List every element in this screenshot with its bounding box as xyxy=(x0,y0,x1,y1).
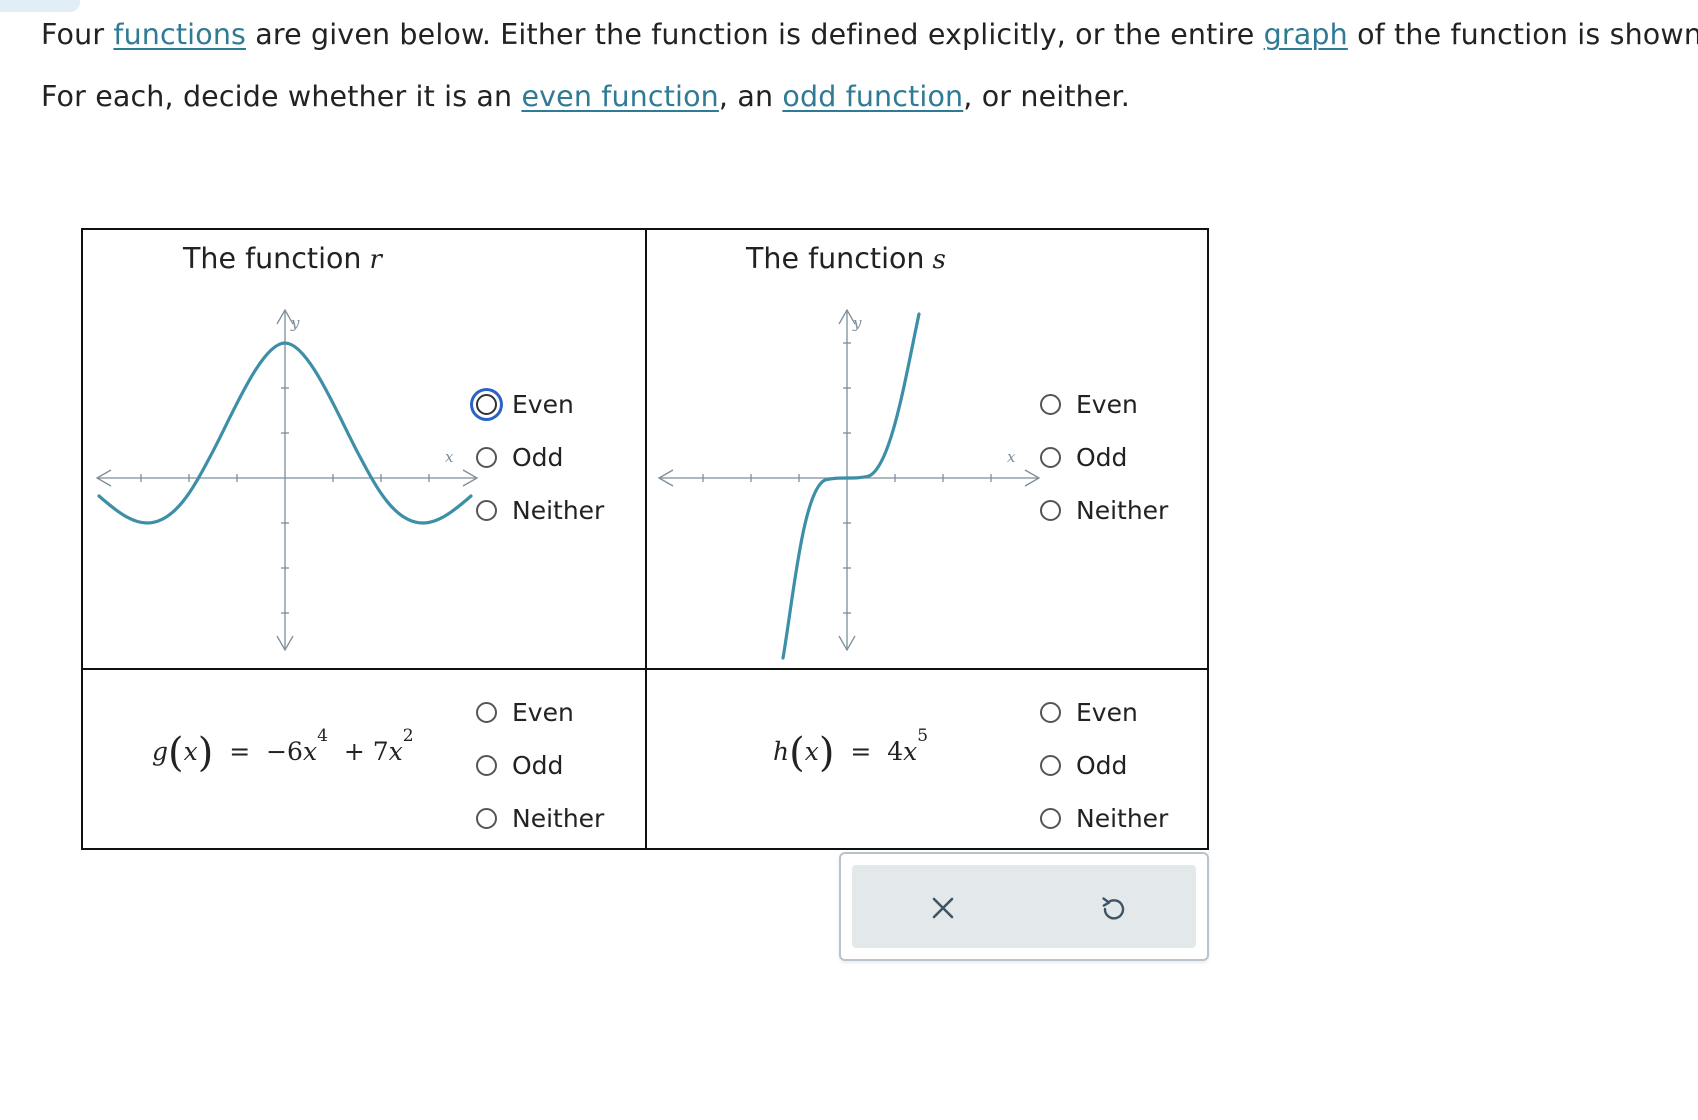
undo-button[interactable] xyxy=(1089,883,1139,933)
radio-circle-icon[interactable] xyxy=(476,754,497,776)
s-option-even[interactable]: Even xyxy=(1040,384,1138,424)
graph-r-x-label: x xyxy=(445,448,454,466)
radio-circle-icon[interactable] xyxy=(476,446,497,468)
s-option-neither[interactable]: Neither xyxy=(1040,490,1168,530)
s-option-odd[interactable]: Odd xyxy=(1040,437,1127,477)
radio-circle-icon[interactable] xyxy=(1040,754,1061,776)
h-option-neither[interactable]: Neither xyxy=(1040,798,1168,838)
graph-r: y x xyxy=(95,308,479,652)
graph-s-y-label: y xyxy=(852,314,862,332)
function-s-title: The function s xyxy=(746,242,946,275)
answer-toolbar xyxy=(839,852,1209,961)
clear-button[interactable] xyxy=(918,883,968,933)
graph-s-axes xyxy=(657,308,1041,652)
graph-s-x-label: x xyxy=(1007,448,1016,466)
r-option-odd[interactable]: Odd xyxy=(476,437,563,477)
radio-circle-icon[interactable] xyxy=(1040,701,1061,723)
grid-divider-horizontal xyxy=(83,668,1207,670)
formula-h: h(x) = 4x5 xyxy=(773,725,929,776)
function-r-title: The function r xyxy=(183,242,382,275)
h-option-odd[interactable]: Odd xyxy=(1040,745,1127,785)
g-option-odd[interactable]: Odd xyxy=(476,745,563,785)
corner-tab xyxy=(0,0,80,12)
functions-link[interactable]: functions xyxy=(113,18,246,51)
radio-circle-icon[interactable] xyxy=(1040,807,1061,829)
question-grid: The function r y x Even Odd Neither The … xyxy=(81,228,1209,850)
instructions-line-2: For each, decide whether it is an even f… xyxy=(41,80,1131,113)
odd-function-link[interactable]: odd function xyxy=(782,80,963,113)
graph-r-axes xyxy=(95,308,479,652)
grid-divider-vertical xyxy=(645,230,647,848)
radio-circle-icon[interactable] xyxy=(476,807,497,829)
r-option-even[interactable]: Even xyxy=(476,384,574,424)
answer-toolbar-panel xyxy=(852,865,1196,948)
undo-icon xyxy=(1102,897,1125,920)
instructions-line-1: Four functions are given below. Either t… xyxy=(41,18,1698,51)
radio-circle-icon[interactable] xyxy=(476,701,497,723)
formula-g: g(x) = −6x4 + 7x2 xyxy=(152,725,414,776)
graph-s-curve xyxy=(781,312,921,660)
r-option-neither[interactable]: Neither xyxy=(476,490,604,530)
graph-r-y-label: y xyxy=(290,314,300,332)
graph-s: y x xyxy=(657,308,1041,660)
even-function-link[interactable]: even function xyxy=(521,80,718,113)
radio-circle-icon[interactable] xyxy=(476,393,497,415)
x-icon xyxy=(932,897,954,919)
h-option-even[interactable]: Even xyxy=(1040,692,1138,732)
g-option-even[interactable]: Even xyxy=(476,692,574,732)
radio-circle-icon[interactable] xyxy=(1040,393,1061,415)
radio-circle-icon[interactable] xyxy=(1040,499,1061,521)
g-option-neither[interactable]: Neither xyxy=(476,798,604,838)
graph-link[interactable]: graph xyxy=(1264,18,1348,51)
radio-circle-icon[interactable] xyxy=(1040,446,1061,468)
radio-circle-icon[interactable] xyxy=(476,499,497,521)
